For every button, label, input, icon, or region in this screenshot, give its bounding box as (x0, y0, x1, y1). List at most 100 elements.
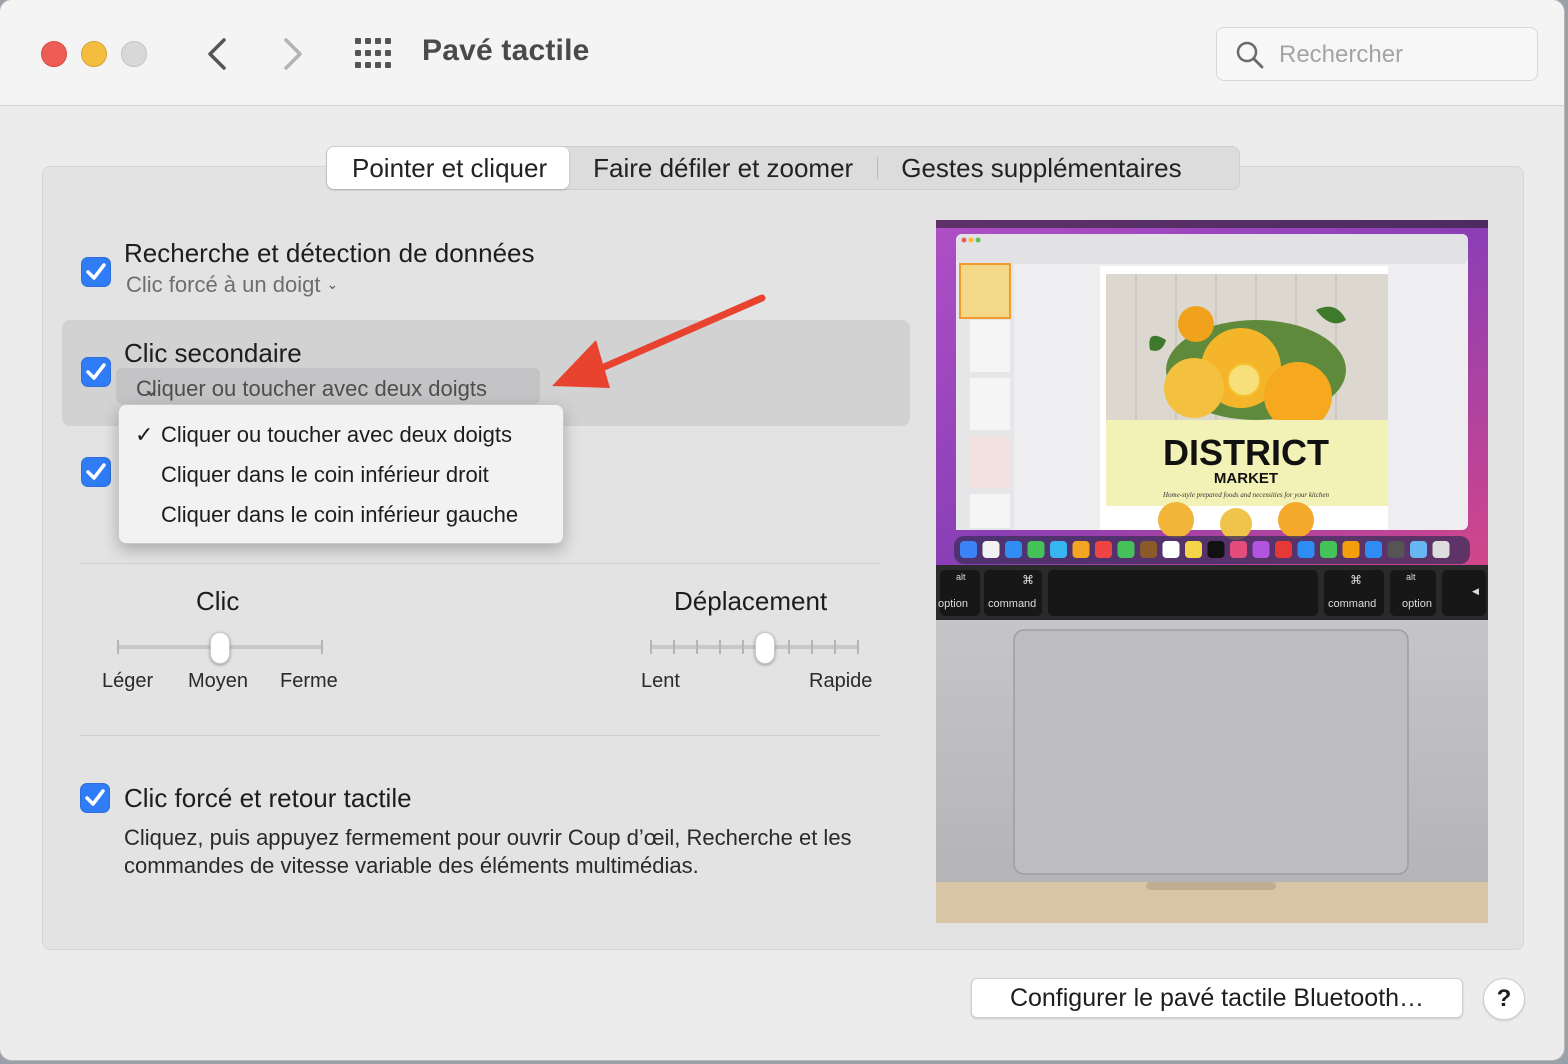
search-input[interactable] (1279, 36, 1529, 74)
divider (80, 563, 880, 564)
click-slider-knob[interactable] (210, 632, 230, 664)
grid-icon (355, 38, 391, 68)
dock-app-icon (1050, 541, 1067, 558)
tracking-slider-knob[interactable] (755, 632, 775, 664)
secondary-click-checkbox[interactable] (81, 357, 111, 387)
lookup-popup[interactable]: Clic forcé à un doigt ⌄ (126, 272, 338, 298)
dock-app-icon (1342, 541, 1360, 558)
dock-app-icon (1410, 541, 1427, 558)
dock-app-icon (1185, 541, 1202, 558)
preferences-window: Pavé tactile Pointer et cliquer Faire dé… (0, 0, 1564, 1060)
slider-tick (117, 640, 119, 654)
click-slider-label-firm: Ferme (280, 670, 338, 692)
poster-title: DISTRICT (1163, 432, 1329, 473)
menu-item-bottom-right[interactable]: Cliquer dans le coin inférieur droit (119, 455, 563, 495)
dock-app-icon (1027, 541, 1045, 558)
force-click-checkbox[interactable] (80, 783, 110, 813)
menu-item-label: Cliquer dans le coin inférieur gauche (161, 502, 519, 527)
key-label: alt (1406, 572, 1416, 582)
slider-tick (857, 640, 859, 654)
lookup-label: Recherche et détection de données (124, 238, 535, 268)
configure-bluetooth-trackpad-button[interactable]: Configurer le pavé tactile Bluetooth… (971, 978, 1463, 1018)
close-window-button[interactable] (41, 41, 67, 67)
click-slider-title: Clic (196, 586, 240, 616)
dock-app-icon (1095, 541, 1112, 558)
click-slider-label-medium: Moyen (188, 670, 249, 692)
menu-item-two-fingers[interactable]: ✓ Cliquer ou toucher avec deux doigts (119, 415, 563, 455)
slider-tick (696, 640, 698, 654)
menu-item-label: Cliquer ou toucher avec deux doigts (161, 422, 512, 447)
checkmark-icon (85, 789, 105, 806)
dock-app-icon (1230, 541, 1247, 558)
minimize-window-button[interactable] (81, 41, 107, 67)
chevron-down-icon: ⌄ (142, 376, 161, 401)
key-label: alt (956, 572, 966, 582)
forward-button[interactable] (272, 32, 312, 76)
dock-app-icon (1162, 541, 1180, 558)
slider-tick (742, 640, 744, 654)
arrow-left-icon: ◀ (1472, 587, 1479, 597)
tracking-slider-title: Déplacement (674, 586, 828, 616)
force-click-description: Cliquez, puis appuyez fermement pour ouv… (124, 825, 852, 878)
menu-item-bottom-left[interactable]: Cliquer dans le coin inférieur gauche (119, 495, 563, 535)
tracking-slider-label-fast: Rapide (809, 670, 873, 692)
dock-app-icon (1275, 541, 1292, 558)
lookup-popup-value: Clic forcé à un doigt (126, 272, 321, 297)
search-icon (1236, 41, 1264, 69)
slider-tick (321, 640, 323, 654)
dock-app-icon (1432, 541, 1450, 558)
dock-app-icon (1387, 541, 1405, 558)
dock-app-icon (1140, 541, 1157, 558)
dock-app-icon (1005, 541, 1022, 558)
checkmark-icon (86, 363, 106, 380)
checkmark-icon (86, 263, 106, 280)
checkmark-icon: ✓ (135, 422, 154, 447)
slider-tick (788, 640, 790, 654)
key-label: option (938, 598, 968, 610)
tap-to-click-checkbox[interactable] (81, 457, 111, 487)
dock-app-icon (1320, 541, 1337, 558)
slider-tick (811, 640, 813, 654)
key-label: command (988, 598, 1036, 610)
divider (80, 735, 880, 736)
dock-app-icon (1207, 541, 1225, 558)
show-all-button[interactable] (353, 36, 393, 72)
slider-tick (650, 640, 652, 654)
secondary-click-menu: ✓ Cliquer ou toucher avec deux doigts Cli… (118, 404, 564, 544)
menu-item-label: Cliquer dans le coin inférieur droit (161, 462, 489, 487)
dock-app-icon (1365, 541, 1382, 558)
key-label: option (1402, 598, 1432, 610)
chevron-left-icon (208, 38, 226, 70)
back-button[interactable] (198, 32, 238, 76)
annotation-arrow-icon (552, 294, 766, 388)
secondary-click-popup-value: Cliquer ou toucher avec deux doigts (136, 376, 487, 401)
title-bar: Pavé tactile (0, 0, 1564, 106)
poster-tagline: Home-style prepared foods and necessitie… (1162, 491, 1330, 499)
key-label: command (1328, 598, 1376, 610)
lookup-checkbox[interactable] (81, 257, 111, 287)
search-field[interactable] (1216, 27, 1538, 81)
dock-app-icon (1117, 541, 1135, 558)
zoom-window-button[interactable] (121, 41, 147, 67)
tab-scroll-and-zoom[interactable]: Faire défiler et zoomer (569, 147, 877, 189)
slider-tick (673, 640, 675, 654)
secondary-click-label: Clic secondaire (124, 338, 302, 368)
tracking-slider-track[interactable] (650, 645, 858, 649)
dock-app-icon (960, 541, 977, 558)
chevron-down-icon: ⌄ (326, 276, 339, 292)
slider-tick (719, 640, 721, 654)
force-click-label: Clic forcé et retour tactile (124, 783, 412, 813)
poster-subtitle: MARKET (1214, 470, 1278, 487)
slider-tick (834, 640, 836, 654)
dock-app-icon (1072, 541, 1090, 558)
command-icon: ⌘ (1022, 573, 1034, 587)
secondary-click-popup[interactable]: Cliquer ou toucher avec deux doigts ⌄ (116, 368, 540, 404)
command-icon: ⌘ (1350, 573, 1362, 587)
tab-more-gestures[interactable]: Gestes supplémentaires (877, 147, 1205, 189)
chevron-right-icon (284, 38, 302, 70)
dock-app-icon (1252, 541, 1270, 558)
help-button[interactable]: ? (1483, 978, 1525, 1020)
tab-point-and-click[interactable]: Pointer et cliquer (327, 147, 570, 189)
dock-app-icon (1297, 541, 1315, 558)
trackpad-preview-illustration: DISTRICT MARKET Home-style prepared food… (936, 220, 1488, 923)
